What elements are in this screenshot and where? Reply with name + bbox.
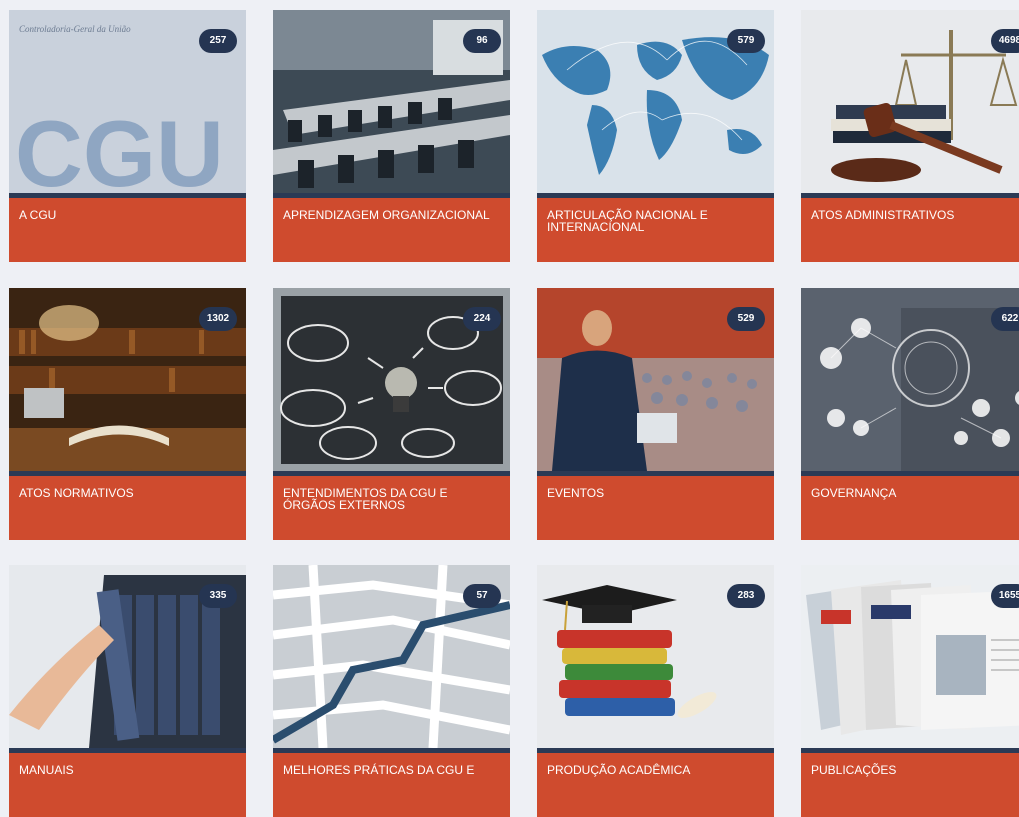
item-count-badge: 622 bbox=[991, 307, 1019, 331]
category-card-aprendizagem[interactable]: 96 APRENDIZAGEM ORGANIZACIONAL bbox=[273, 10, 510, 262]
category-title: PUBLICAÇÕES bbox=[801, 753, 1019, 817]
category-card-articulacao[interactable]: 579 ARTICULAÇÃO NACIONAL E INTERNACIONAL bbox=[537, 10, 774, 262]
svg-text:Controladoria-Geral da União: Controladoria-Geral da União bbox=[19, 24, 131, 34]
category-card-governanca[interactable]: 622 GOVERNANÇA bbox=[801, 288, 1019, 540]
category-card-producao-academica[interactable]: 283 PRODUÇÃO ACADÊMICA bbox=[537, 565, 774, 817]
category-card-atos-normativos[interactable]: 1302 ATOS NORMATIVOS bbox=[9, 288, 246, 540]
category-title: ARTICULAÇÃO NACIONAL E INTERNACIONAL bbox=[537, 198, 774, 262]
category-title: A CGU bbox=[9, 198, 246, 262]
item-count-badge: 1302 bbox=[199, 307, 237, 331]
category-title: ATOS ADMINISTRATIVOS bbox=[801, 198, 1019, 262]
category-card-publicacoes[interactable]: 1655 PUBLICAÇÕES bbox=[801, 565, 1019, 817]
category-card-eventos[interactable]: 529 EVENTOS bbox=[537, 288, 774, 540]
category-title: APRENDIZAGEM ORGANIZACIONAL bbox=[273, 198, 510, 262]
item-count-badge: 96 bbox=[463, 29, 501, 53]
gavel-scales-image bbox=[801, 10, 1019, 193]
category-title: MELHORES PRÁTICAS DA CGU E bbox=[273, 753, 510, 817]
item-count-badge: 57 bbox=[463, 584, 501, 608]
item-count-badge: 4698 bbox=[991, 29, 1019, 53]
newspapers-image bbox=[801, 565, 1019, 748]
category-card-melhores-praticas[interactable]: 57 MELHORES PRÁTICAS DA CGU E bbox=[273, 565, 510, 817]
item-count-badge: 335 bbox=[199, 584, 237, 608]
item-count-badge: 257 bbox=[199, 29, 237, 53]
item-count-badge: 283 bbox=[727, 584, 765, 608]
category-title: MANUAIS bbox=[9, 753, 246, 817]
item-count-badge: 579 bbox=[727, 29, 765, 53]
item-count-badge: 529 bbox=[727, 307, 765, 331]
item-count-badge: 1655 bbox=[991, 584, 1019, 608]
category-card-a-cgu[interactable]: Controladoria-Geral da União CGU 257 A C… bbox=[9, 10, 246, 262]
category-card-atos-administrativos[interactable]: 4698 ATOS ADMINISTRATIVOS bbox=[801, 10, 1019, 262]
svg-text:CGU: CGU bbox=[15, 101, 224, 193]
category-card-entendimentos[interactable]: 224 ENTENDIMENTOS DA CGU E ÓRGÃOS EXTERN… bbox=[273, 288, 510, 540]
category-title: ATOS NORMATIVOS bbox=[9, 476, 246, 540]
category-card-manuais[interactable]: 335 MANUAIS bbox=[9, 565, 246, 817]
category-title: EVENTOS bbox=[537, 476, 774, 540]
item-count-badge: 224 bbox=[463, 307, 501, 331]
network-people-image bbox=[801, 288, 1019, 471]
category-title: PRODUÇÃO ACADÊMICA bbox=[537, 753, 774, 817]
category-title: GOVERNANÇA bbox=[801, 476, 1019, 540]
category-title: ENTENDIMENTOS DA CGU E ÓRGÃOS EXTERNOS bbox=[273, 476, 510, 540]
